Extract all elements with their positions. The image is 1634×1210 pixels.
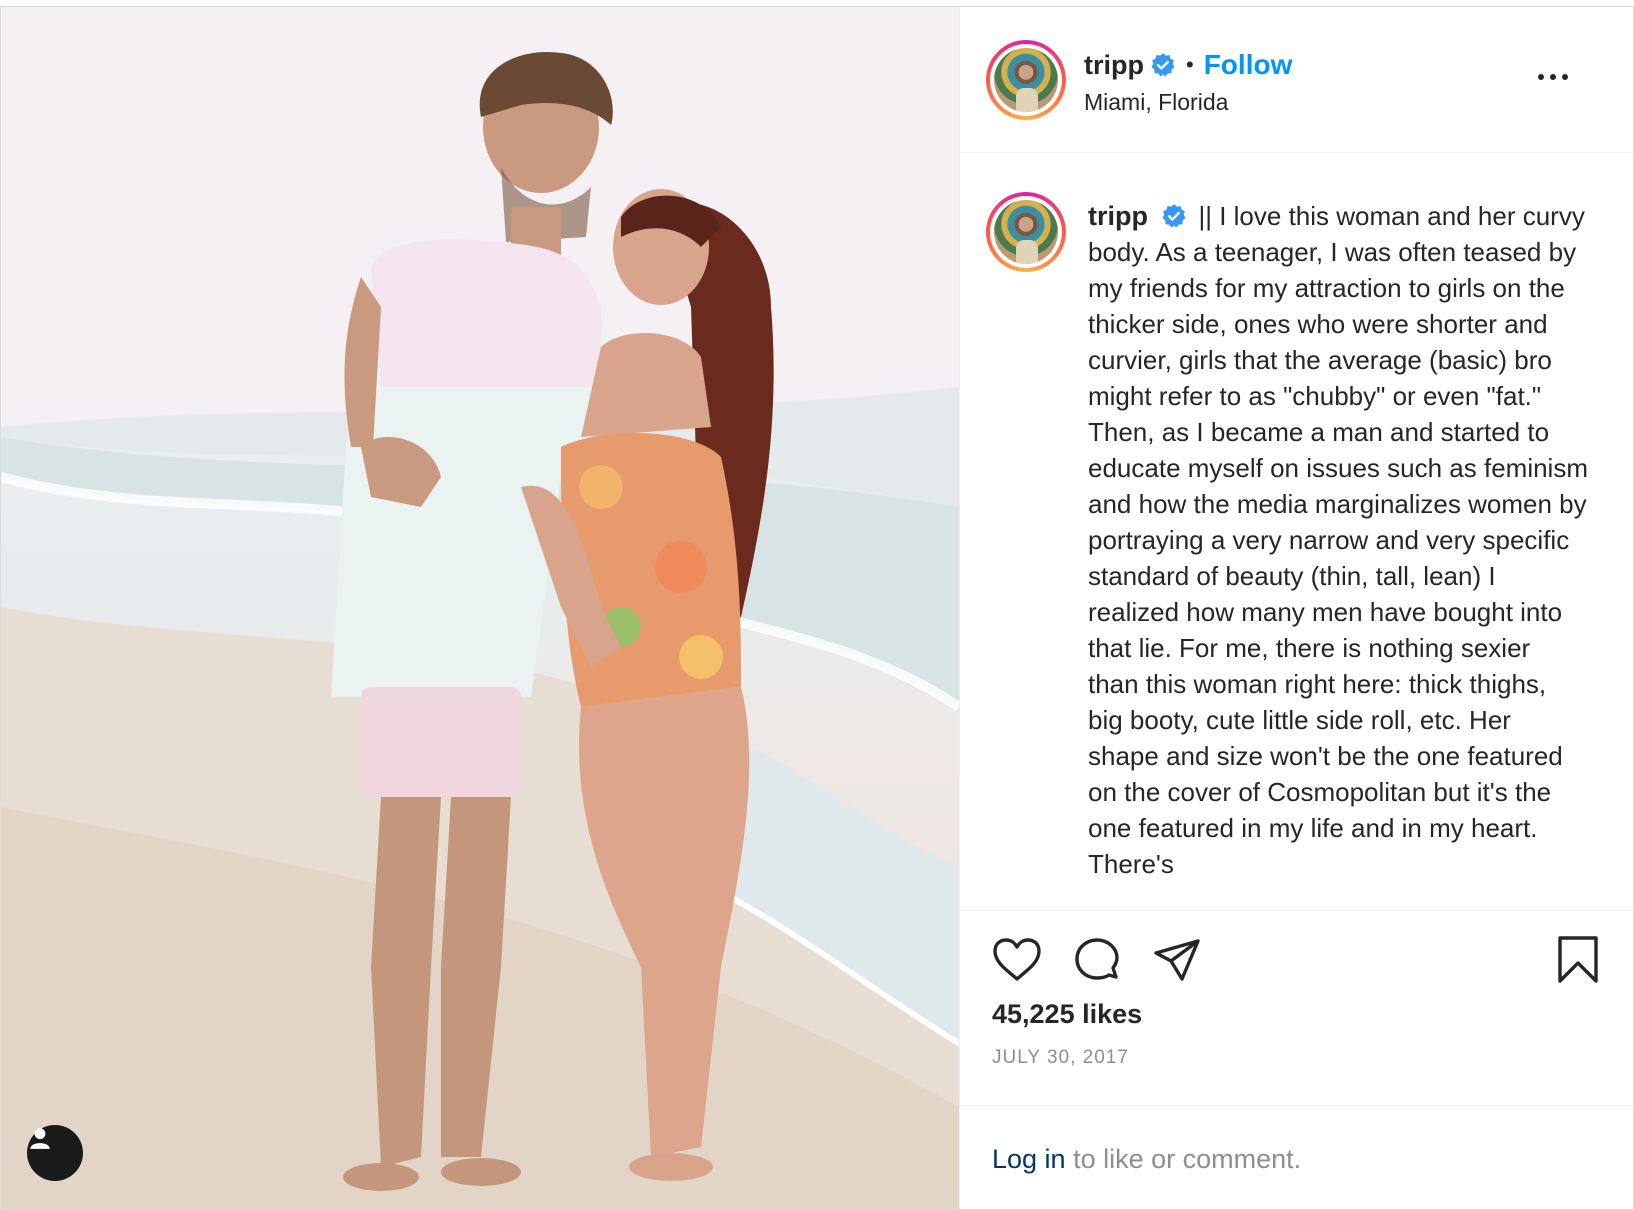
heart-icon[interactable] — [992, 937, 1042, 983]
caption-username[interactable]: tripp — [1088, 201, 1148, 231]
verified-badge-icon — [1151, 53, 1175, 77]
instagram-post: tripp • Follow Miami, Florida tripp || I… — [0, 6, 1634, 1210]
post-actions: 45,225 likes JULY 30, 2017 — [960, 910, 1634, 1106]
avatar-image — [994, 200, 1058, 264]
profile-avatar[interactable] — [986, 40, 1066, 120]
post-sidebar: tripp • Follow Miami, Florida tripp || I… — [959, 7, 1634, 1209]
separator-dot: • — [1186, 52, 1194, 77]
avatar-image — [994, 48, 1058, 112]
user-icon — [30, 1128, 50, 1149]
caption-text: || I love this woman and her curvy body.… — [1088, 201, 1588, 879]
paper-plane-icon[interactable] — [1152, 937, 1202, 983]
login-suffix: to like or comment. — [1065, 1144, 1302, 1174]
more-dot — [1538, 74, 1544, 80]
verified-badge-icon — [1162, 204, 1186, 228]
more-dot — [1562, 74, 1568, 80]
username-link[interactable]: tripp — [1084, 50, 1144, 81]
caption-avatar[interactable] — [986, 192, 1066, 272]
likes-count[interactable]: 45,225 likes — [992, 999, 1142, 1030]
bookmark-icon[interactable] — [1556, 935, 1600, 985]
login-prompt: Log in to like or comment. — [960, 1105, 1634, 1209]
beach-couple-photo — [1, 7, 959, 1209]
comment-bubble-icon[interactable] — [1072, 937, 1122, 985]
location-link[interactable]: Miami, Florida — [1084, 89, 1228, 116]
header-name-row: tripp • Follow — [1084, 47, 1292, 83]
post-date[interactable]: JULY 30, 2017 — [992, 1047, 1129, 1069]
comments-section[interactable]: tripp || I love this woman and her curvy… — [960, 154, 1634, 909]
post-photo[interactable] — [1, 7, 959, 1209]
post-header: tripp • Follow Miami, Florida — [960, 7, 1634, 153]
more-options-icon[interactable] — [1538, 65, 1568, 89]
login-text: Log in to like or comment. — [992, 1144, 1301, 1175]
login-link[interactable]: Log in — [992, 1144, 1066, 1174]
tagged-users-button[interactable] — [27, 1125, 83, 1181]
follow-button[interactable]: Follow — [1204, 49, 1293, 81]
post-caption: tripp || I love this woman and her curvy… — [1088, 198, 1588, 882]
more-dot — [1550, 74, 1556, 80]
